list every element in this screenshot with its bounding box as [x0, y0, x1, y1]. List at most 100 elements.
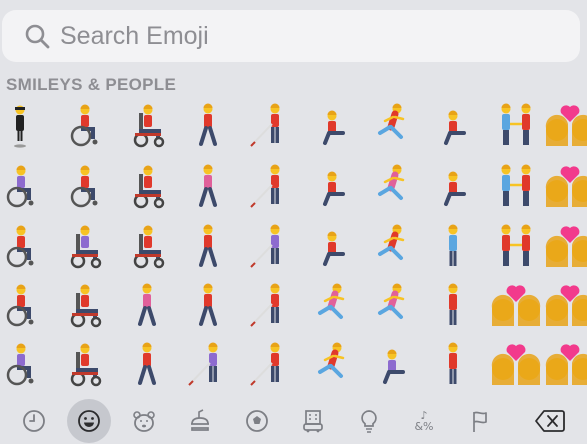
emoji-woman-kneeling[interactable]	[367, 339, 417, 389]
couple-with-heart-icon	[491, 285, 541, 326]
emoji-person-in-suit-levitating[interactable]	[0, 100, 45, 150]
travel-places-tab[interactable]	[293, 401, 333, 441]
emoji-person-in-manual-wheelchair[interactable]	[59, 100, 109, 150]
person-kneeling-icon	[323, 110, 345, 145]
emoji-person-running[interactable]	[367, 100, 417, 150]
man-running-icon	[318, 342, 345, 378]
emoji-man-walking[interactable]	[183, 221, 233, 271]
emoji-couple-with-heart[interactable]	[545, 339, 587, 389]
person-in-manual-wheelchair-icon	[6, 225, 34, 268]
emoji-person-with-white-cane[interactable]	[245, 280, 295, 330]
emoji-man-kneeling[interactable]	[307, 221, 357, 271]
man-standing-icon	[448, 283, 458, 325]
emoji-man-in-motorized-wheelchair[interactable]	[122, 221, 172, 271]
objects-icon	[361, 410, 377, 433]
emoji-women-holding-hands[interactable]	[491, 161, 541, 211]
food-drink-tab[interactable]	[180, 401, 220, 441]
emoji-woman-in-manual-wheelchair[interactable]	[0, 339, 45, 389]
emoji-man-in-manual-wheelchair[interactable]	[0, 280, 45, 330]
woman-running-icon	[318, 283, 345, 319]
delete-button[interactable]	[530, 401, 570, 441]
emoji-couple-with-heart[interactable]	[491, 339, 541, 389]
emoji-woman-walking[interactable]	[183, 161, 233, 211]
woman-standing-icon	[448, 224, 458, 266]
emoji-woman-in-manual-wheelchair[interactable]	[0, 161, 45, 211]
emoji-woman-running[interactable]	[367, 161, 417, 211]
emoji-man-walking[interactable]	[183, 280, 233, 330]
couple-with-heart-icon	[491, 344, 541, 385]
emoji-person-in-motorized-wheelchair[interactable]	[122, 161, 172, 211]
emoji-person-in-manual-wheelchair[interactable]	[0, 221, 45, 271]
couple-with-heart-icon	[545, 344, 587, 385]
travel-places-icon	[303, 410, 323, 433]
emoji-woman-running[interactable]	[307, 280, 357, 330]
emoji-woman-running[interactable]	[367, 280, 417, 330]
emoji-couple-with-heart[interactable]	[545, 221, 587, 271]
emoji-man-with-white-cane[interactable]	[245, 339, 295, 389]
recent-icon	[23, 410, 45, 432]
emoji-couple-with-heart[interactable]	[491, 280, 541, 330]
emoji-man-with-white-cane[interactable]	[245, 161, 295, 211]
animals-nature-tab[interactable]	[124, 401, 164, 441]
woman-walking-icon	[138, 283, 156, 326]
symbols-line2: &%	[414, 420, 434, 433]
emoji-men-holding-hands[interactable]	[491, 221, 541, 271]
search-input[interactable]	[60, 21, 520, 51]
emoji-person-kneeling[interactable]	[307, 100, 357, 150]
smileys-people-tab[interactable]	[67, 399, 111, 443]
emoji-woman-with-white-cane[interactable]	[245, 221, 295, 271]
emoji-man-in-manual-wheelchair[interactable]	[59, 161, 109, 211]
man-in-motorized-wheelchair-icon	[133, 225, 165, 269]
flags-tab[interactable]	[460, 401, 500, 441]
emoji-person-in-motorized-wheelchair[interactable]	[59, 280, 109, 330]
emoji-couple-with-heart[interactable]	[545, 280, 587, 330]
emoji-man-running[interactable]	[367, 221, 417, 271]
search-bar[interactable]	[2, 10, 580, 62]
activity-tab[interactable]	[237, 401, 277, 441]
emoji-man-running[interactable]	[307, 339, 357, 389]
person-in-suit-levitating-icon	[14, 105, 26, 148]
emoji-person-walking[interactable]	[122, 339, 172, 389]
emoji-man-standing[interactable]	[428, 280, 478, 330]
symbols-tab[interactable]: ♪ &%	[404, 401, 444, 441]
woman-kneeling-icon	[383, 349, 405, 384]
person-in-motorized-wheelchair-icon	[70, 284, 102, 328]
man-standing-icon	[448, 342, 458, 384]
emoji-man-standing[interactable]	[428, 339, 478, 389]
emoji-women-holding-hands[interactable]	[491, 100, 541, 150]
man-walking-icon	[199, 224, 217, 267]
smileys-people-icon	[78, 410, 100, 432]
emoji-person-kneeling[interactable]	[428, 100, 478, 150]
emoji-couple-with-heart[interactable]	[545, 161, 587, 211]
objects-tab[interactable]	[349, 401, 389, 441]
emoji-woman-walking[interactable]	[122, 280, 172, 330]
emoji-woman-with-white-cane[interactable]	[183, 339, 233, 389]
recent-tab[interactable]	[14, 401, 54, 441]
emoji-man-in-motorized-wheelchair[interactable]	[59, 339, 109, 389]
emoji-woman-in-motorized-wheelchair[interactable]	[59, 221, 109, 271]
emoji-woman-standing[interactable]	[428, 221, 478, 271]
emoji-person-in-motorized-wheelchair[interactable]	[122, 100, 172, 150]
emoji-person-walking[interactable]	[183, 100, 233, 150]
woman-with-white-cane-icon	[188, 342, 218, 386]
person-walking-icon	[199, 103, 217, 146]
food-drink-icon	[191, 409, 209, 431]
emoji-person-kneeling[interactable]	[307, 161, 357, 211]
women-holding-hands-icon	[501, 103, 531, 145]
woman-in-manual-wheelchair-icon	[6, 165, 34, 208]
man-in-manual-wheelchair-icon	[70, 165, 98, 208]
couple-with-heart-icon	[545, 105, 587, 146]
woman-running-icon	[378, 164, 405, 200]
man-kneeling-icon	[323, 231, 345, 266]
delete-icon	[535, 410, 565, 432]
woman-running-icon	[378, 283, 405, 319]
emoji-person-with-white-cane[interactable]	[245, 100, 295, 150]
man-in-manual-wheelchair-icon	[6, 284, 34, 327]
animals-nature-icon	[133, 411, 155, 432]
woman-in-motorized-wheelchair-icon	[70, 225, 102, 269]
couple-with-heart-icon	[545, 285, 587, 326]
emoji-couple-with-heart[interactable]	[545, 100, 587, 150]
emoji-man-kneeling[interactable]	[428, 161, 478, 211]
person-walking-icon	[138, 342, 156, 385]
category-tab-bar: ♪ &%	[0, 398, 587, 444]
